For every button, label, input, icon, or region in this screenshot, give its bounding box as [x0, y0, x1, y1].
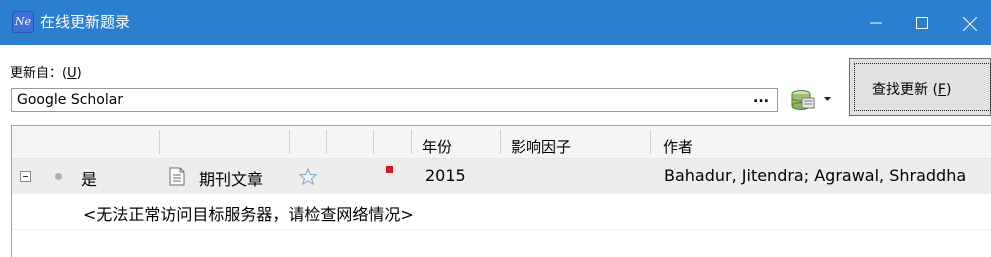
minimize-button[interactable]	[852, 0, 898, 45]
year-header-label: 年份	[422, 138, 453, 156]
impact-factor-header-label: 影响因子	[511, 138, 572, 156]
close-button[interactable]	[945, 0, 991, 45]
update-source-field[interactable]: Google Scholar ...	[11, 88, 778, 112]
find-updates-button[interactable]: 查找更新 (F)	[849, 58, 991, 116]
column-header-rating[interactable]	[290, 130, 327, 154]
browse-source-button[interactable]: ...	[753, 90, 769, 106]
star-icon[interactable]	[299, 168, 317, 185]
minus-box-icon[interactable]	[20, 171, 31, 182]
table-header: 年份 影响因子 作者	[12, 126, 991, 159]
status-cell: 是	[81, 170, 98, 189]
authors-header-label: 作者	[663, 138, 694, 156]
title-bar: Ne 在线更新题录	[0, 0, 991, 45]
results-table[interactable]: 年份 影响因子 作者 是 期刊文章 2015 Bahadur, Jitendra…	[11, 125, 991, 257]
maximize-icon	[916, 17, 928, 29]
column-header-expand[interactable]	[12, 130, 160, 154]
column-header-authors[interactable]: 作者	[651, 130, 991, 156]
window-title: 在线更新题录	[40, 13, 131, 31]
chevron-down-icon	[824, 97, 831, 101]
authors-cell: Bahadur, Jitendra; Agrawal, Shraddha	[664, 166, 967, 185]
app-logo-icon: Ne	[12, 11, 34, 33]
document-icon	[169, 167, 185, 186]
server-error-message: <无法正常访问目标服务器，请检查网络情况>	[83, 205, 414, 224]
red-flag-icon[interactable]	[386, 166, 394, 174]
database-dropdown-button[interactable]	[788, 86, 834, 112]
table-row-message: <无法正常访问目标服务器，请检查网络情况>	[12, 195, 991, 230]
reference-type-cell: 期刊文章	[199, 170, 264, 189]
update-from-label: 更新自：(U)	[10, 66, 82, 81]
column-header-type[interactable]	[160, 130, 290, 154]
year-cell: 2015	[425, 166, 466, 185]
update-source-value: Google Scholar	[17, 92, 124, 108]
column-header-year[interactable]: 年份	[412, 130, 501, 156]
column-header-impact-factor[interactable]: 影响因子	[501, 130, 651, 156]
close-icon	[963, 17, 977, 31]
minimize-icon	[870, 22, 882, 24]
maximize-button[interactable]	[898, 0, 944, 45]
table-row[interactable]: 是 期刊文章 2015 Bahadur, Jitendra; Agrawal, …	[12, 159, 991, 194]
bullet-icon	[55, 173, 62, 180]
find-updates-label: 查找更新 (F)	[872, 82, 952, 98]
column-header-flag[interactable]	[374, 130, 412, 154]
column-header-blank[interactable]	[327, 130, 374, 154]
